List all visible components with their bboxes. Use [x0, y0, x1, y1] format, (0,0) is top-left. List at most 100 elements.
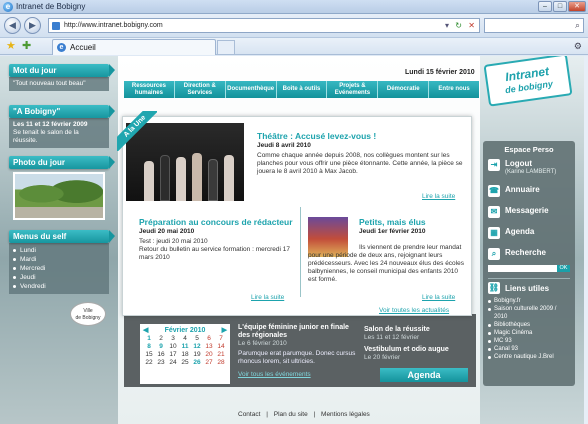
browser-search-input[interactable]: ⌕ — [484, 18, 584, 33]
lien-magic-cinema[interactable]: Magic Cinéma — [488, 329, 570, 337]
calendar-day[interactable]: 23 — [155, 359, 167, 367]
tab-label: Accueil — [70, 43, 96, 52]
agenda-button[interactable]: Agenda — [380, 368, 468, 382]
close-window-button[interactable]: ✕ — [568, 1, 586, 12]
address-bar[interactable]: http://www.intranet.bobigny.com ▾ ↻ ✕ — [48, 18, 480, 33]
nav-ressources-humaines[interactable]: Ressources humaines — [124, 81, 175, 98]
ville-de-bobigny-logo[interactable]: Ville de Bobigny — [70, 302, 106, 326]
calendar-day[interactable]: 5 — [191, 335, 203, 343]
calendar-day[interactable]: 12 — [191, 343, 203, 351]
article-elus-read-more-link[interactable]: Lire la suite — [422, 294, 455, 301]
menus-list: Lundi Mardi Mercredi Jeudi Vendredi — [13, 246, 105, 291]
back-button[interactable]: ◀ — [4, 17, 21, 34]
nav-projets-evenements[interactable]: Projets & Evénements — [327, 81, 379, 98]
site-search-ok-button[interactable]: OK — [557, 265, 570, 272]
calendar-day[interactable]: 27 — [203, 359, 215, 367]
mail-icon: ✉ — [488, 206, 500, 218]
event-equipe-feminine-text: Parumque erat parumque. Donec cursus rho… — [238, 350, 356, 365]
calendar-day[interactable]: 25 — [179, 359, 191, 367]
minimize-button[interactable]: – — [538, 1, 552, 12]
article-elus-title[interactable]: Petits, mais élus — [359, 217, 467, 227]
calendar-day[interactable]: 1 — [143, 335, 155, 343]
calendar-day[interactable]: 11 — [179, 343, 191, 351]
footer-plan-link[interactable]: Plan du site — [274, 411, 308, 418]
calendar-day[interactable]: 26 — [191, 359, 203, 367]
nav-democratie[interactable]: Démocratie — [378, 81, 430, 98]
calendar-day[interactable]: 16 — [155, 351, 167, 359]
new-tab-button[interactable] — [217, 40, 235, 54]
all-events-link[interactable]: Voir tous les événements — [238, 371, 358, 378]
calendar-day[interactable]: 17 — [167, 351, 179, 359]
refresh-icon[interactable]: ↻ — [455, 21, 462, 30]
logout-label: Logout — [505, 159, 533, 168]
calendar-day[interactable]: 6 — [203, 335, 215, 343]
calendar-day[interactable]: 24 — [167, 359, 179, 367]
page-scrollbar[interactable] — [584, 56, 588, 424]
nav-direction-services[interactable]: Direction & Services — [175, 81, 226, 98]
article-elus-text: Ils viennent de prendre leur mandat pour… — [308, 244, 464, 283]
nav-boite-a-outils[interactable]: Boîte à outils — [277, 81, 328, 98]
lien-bobigny[interactable]: Bobigny.fr — [488, 297, 570, 305]
search-icon[interactable]: ⌕ — [575, 20, 580, 31]
calendar-day[interactable]: 7 — [215, 335, 227, 343]
site-search-input[interactable] — [488, 265, 557, 272]
lien-bibliotheques[interactable]: Bibliothèques — [488, 321, 570, 329]
intranet-logo[interactable]: Intranet de bobigny — [483, 56, 573, 107]
maximize-button[interactable]: □ — [553, 1, 567, 12]
logout-link[interactable]: ⇥ Logout (Karine LAMBERT) — [488, 159, 570, 176]
menu-item-mercredi[interactable]: Mercredi — [13, 264, 105, 273]
tab-accueil[interactable]: e Accueil — [52, 39, 216, 55]
article-redacteur-title[interactable]: Préparation au concours de rédacteur — [139, 217, 293, 227]
all-news-link[interactable]: Voir toutes les actualités — [379, 307, 449, 314]
calendar-day[interactable]: 28 — [215, 359, 227, 367]
lien-canal93[interactable]: Canal 93 — [488, 345, 570, 353]
calendar-next-button[interactable]: ▶ — [222, 326, 227, 334]
calendar-day[interactable]: 2 — [155, 335, 167, 343]
featured-read-more-link[interactable]: Lire la suite — [422, 193, 455, 200]
menu-item-mardi[interactable]: Mardi — [13, 255, 105, 264]
calendar-day[interactable]: 9 — [155, 343, 167, 351]
add-favorite-icon[interactable]: ✚ — [22, 40, 31, 52]
nav-documentheque[interactable]: Documenthèque — [226, 81, 277, 98]
agenda-link[interactable]: ▦ Agenda — [488, 227, 570, 239]
calendar-day[interactable]: 14 — [215, 343, 227, 351]
calendar-day[interactable]: 4 — [179, 335, 191, 343]
calendar-day[interactable]: 8 — [143, 343, 155, 351]
calendar-day[interactable]: 3 — [167, 335, 179, 343]
nav-entre-nous[interactable]: Entre nous — [429, 81, 479, 98]
footer-mentions-link[interactable]: Mentions légales — [321, 411, 370, 418]
tools-icon[interactable]: ⚙ — [574, 41, 582, 52]
footer-contact-link[interactable]: Contact — [238, 411, 260, 418]
browser-logo-icon: e — [3, 2, 13, 12]
lien-saison-culturelle[interactable]: Saison culturelle 2009 / 2010 — [488, 305, 570, 321]
forward-button[interactable]: ▶ — [24, 17, 41, 34]
annuaire-link[interactable]: ☎ Annuaire — [488, 185, 570, 197]
dropdown-arrow-icon[interactable]: ▾ — [445, 21, 449, 30]
calendar-prev-button[interactable]: ◀ — [143, 326, 148, 334]
event-salon-title[interactable]: Salon de la réussite — [364, 326, 470, 334]
favorites-star-icon[interactable]: ★ — [6, 40, 16, 52]
event-equipe-feminine-title[interactable]: L'équipe féminine junior en finale des r… — [238, 324, 358, 340]
calendar-day[interactable]: 13 — [203, 343, 215, 351]
calendar-day[interactable]: 20 — [203, 351, 215, 359]
calendar-day[interactable]: 18 — [179, 351, 191, 359]
calendar-day[interactable]: 21 — [215, 351, 227, 359]
calendar-days: 1 2 3 4 5 6 7 8 9 10 11 12 13 14 15 16 1… — [143, 335, 227, 367]
event-vestibulum-title[interactable]: Vestibulum et odio augue — [364, 346, 470, 354]
search-icon: ⌕ — [488, 248, 500, 260]
calendar-day[interactable]: 15 — [143, 351, 155, 359]
lien-centre-nautique[interactable]: Centre nautique J.Brel — [488, 353, 570, 361]
menu-item-vendredi[interactable]: Vendredi — [13, 282, 105, 291]
calendar-day[interactable]: 19 — [191, 351, 203, 359]
stop-icon[interactable]: ✕ — [468, 21, 475, 30]
menu-item-jeudi[interactable]: Jeudi — [13, 273, 105, 282]
menu-item-lundi[interactable]: Lundi — [13, 246, 105, 255]
calendar-day[interactable]: 22 — [143, 359, 155, 367]
article-redacteur-read-more-link[interactable]: Lire la suite — [251, 294, 284, 301]
featured-title[interactable]: Théâtre : Accusé levez-vous ! — [257, 131, 465, 141]
messagerie-link[interactable]: ✉ Messagerie — [488, 206, 570, 218]
calendar-day[interactable]: 10 — [167, 343, 179, 351]
lien-mc93[interactable]: MC 93 — [488, 337, 570, 345]
event-equipe-feminine-date: Le 6 février 2010 — [238, 340, 287, 347]
photo-du-jour-image[interactable] — [13, 172, 105, 220]
